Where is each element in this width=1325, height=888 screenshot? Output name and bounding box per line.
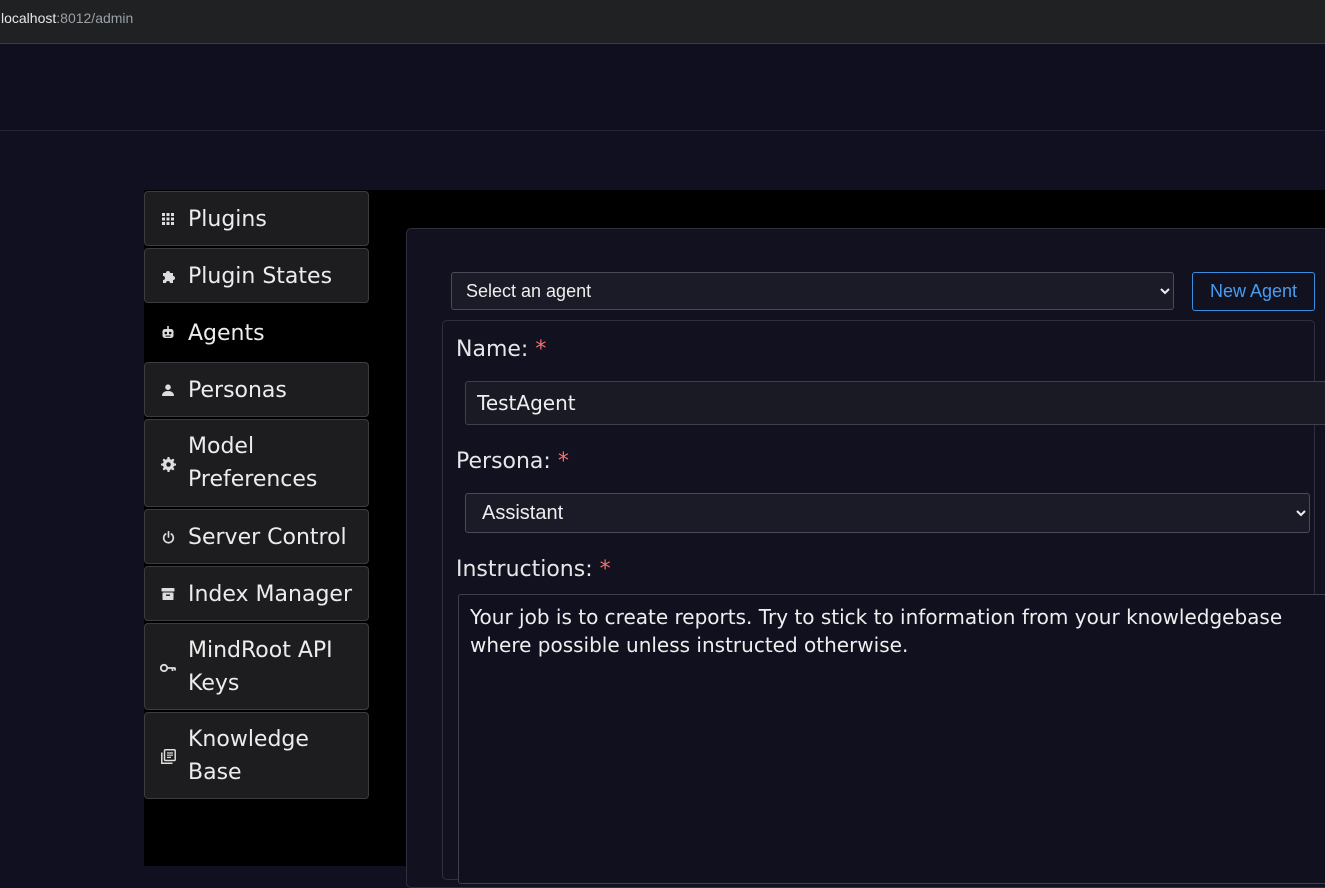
- persona-select[interactable]: Assistant: [465, 493, 1310, 533]
- url-path: :8012/admin: [56, 10, 134, 26]
- archive-icon: [160, 586, 176, 602]
- url-text[interactable]: localhost:8012/admin: [1, 10, 133, 26]
- sidebar-item-label: Personas: [188, 378, 287, 403]
- url-host: localhost: [1, 10, 57, 26]
- puzzle-icon: [160, 268, 176, 284]
- sidebar-item-plugins[interactable]: Plugins: [144, 191, 369, 246]
- sidebar-item-label: Plugins: [188, 207, 267, 232]
- instructions-textarea[interactable]: Your job is to create reports. Try to st…: [458, 594, 1325, 884]
- name-label-row: Name: *: [456, 337, 546, 362]
- new-agent-button[interactable]: New Agent: [1192, 272, 1315, 311]
- sidebar-item-personas[interactable]: Personas: [144, 362, 369, 417]
- sidebar-item-label: Model Preferences: [188, 434, 318, 492]
- library-icon: [160, 748, 176, 764]
- sidebar-item-label: Plugin States: [188, 264, 333, 289]
- sidebar-item-label: Index Manager: [188, 582, 352, 607]
- sidebar-item-plugin-states[interactable]: Plugin States: [144, 248, 369, 303]
- sidebar-item-knowledge-base[interactable]: Knowledge Base: [144, 712, 369, 799]
- instructions-label-row: Instructions: *: [456, 557, 611, 582]
- instructions-label: Instructions:: [456, 557, 593, 582]
- robot-icon: [160, 325, 176, 341]
- sidebar-item-model-preferences[interactable]: Model Preferences: [144, 419, 369, 507]
- app-header: [0, 45, 1325, 131]
- name-label: Name:: [456, 337, 529, 362]
- sidebar-item-mindroot-api-keys[interactable]: MindRoot API Keys: [144, 623, 369, 710]
- sidebar-item-label: Server Control: [188, 525, 347, 550]
- power-icon: [160, 529, 176, 545]
- sidebar-item-agents[interactable]: Agents: [144, 305, 369, 360]
- grid-icon: [160, 211, 176, 227]
- name-input[interactable]: [465, 381, 1325, 425]
- key-icon: [160, 660, 176, 676]
- user-icon: [160, 382, 176, 398]
- sidebar-item-server-control[interactable]: Server Control: [144, 509, 369, 564]
- persona-label-row: Persona: *: [456, 449, 569, 474]
- sidebar-item-label: Agents: [188, 321, 265, 346]
- persona-label: Persona:: [456, 449, 551, 474]
- browser-url-bar[interactable]: localhost:8012/admin: [0, 0, 1325, 44]
- agent-select[interactable]: Select an agent: [451, 272, 1174, 310]
- required-marker: *: [599, 557, 611, 582]
- sidebar-item-label: MindRoot API Keys: [188, 638, 333, 696]
- gear-icon: [160, 456, 176, 472]
- sidebar-item-index-manager[interactable]: Index Manager: [144, 566, 369, 621]
- required-marker: *: [535, 337, 547, 362]
- sidebar-item-label: Knowledge Base: [188, 727, 309, 785]
- required-marker: *: [557, 449, 569, 474]
